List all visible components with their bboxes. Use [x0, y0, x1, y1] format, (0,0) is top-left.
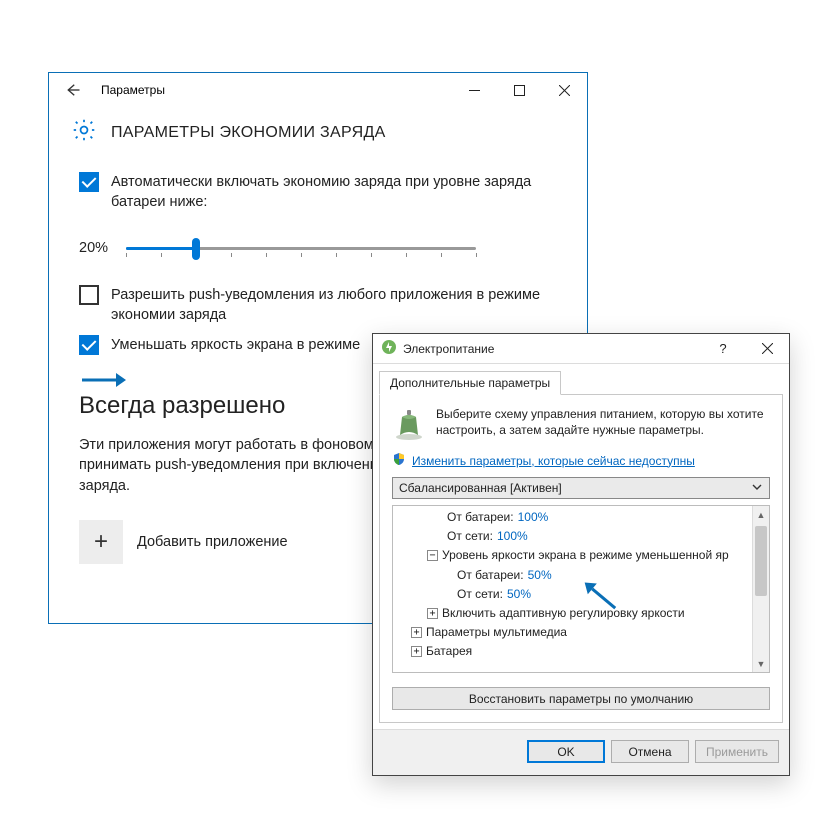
power-tabbar: Дополнительные параметры — [373, 364, 789, 394]
plus-icon: + — [79, 520, 123, 564]
maximize-button[interactable] — [497, 75, 542, 105]
power-close-button[interactable] — [745, 335, 789, 363]
page-title: ПАРАМЕТРЫ ЭКОНОМИИ ЗАРЯДА — [111, 124, 386, 142]
power-dialog: Электропитание ? Дополнительные параметр… — [372, 333, 790, 776]
threshold-slider-row: 20% — [79, 237, 557, 261]
dim-checkbox[interactable] — [79, 335, 99, 355]
scroll-down-icon[interactable]: ▼ — [753, 655, 769, 672]
expand-icon[interactable]: + — [411, 646, 422, 657]
help-button[interactable]: ? — [701, 335, 745, 363]
tree-item-value[interactable]: 100% — [497, 527, 528, 546]
close-button[interactable] — [542, 75, 587, 105]
restore-row: Восстановить параметры по умолчанию — [392, 687, 770, 710]
back-button[interactable] — [55, 73, 89, 107]
restore-defaults-button[interactable]: Восстановить параметры по умолчанию — [392, 687, 770, 710]
ok-button[interactable]: OK — [527, 740, 605, 763]
tree-item-label[interactable]: Уровень яркости экрана в режиме уменьшен… — [442, 546, 729, 565]
power-icon — [381, 339, 397, 358]
battery-plan-icon — [392, 407, 426, 444]
power-titlebar: Электропитание ? — [373, 334, 789, 364]
minimize-button[interactable] — [452, 75, 497, 105]
power-tree: От батареи:100% От сети:100% −Уровень яр… — [393, 506, 769, 664]
power-controls: ? — [701, 335, 789, 363]
settings-titlebar: Параметры — [49, 73, 587, 107]
tree-item-value[interactable]: 50% — [528, 566, 552, 585]
tree-item-label: От сети: — [447, 527, 493, 546]
tree-item-label[interactable]: Батарея — [426, 642, 472, 661]
tab-advanced[interactable]: Дополнительные параметры — [379, 371, 561, 395]
scroll-thumb[interactable] — [755, 526, 767, 596]
dialog-buttons: OK Отмена Применить — [373, 729, 789, 775]
chevron-down-icon — [749, 481, 765, 495]
tree-item-label: От сети: — [457, 585, 503, 604]
window-controls — [452, 75, 587, 105]
tree-item-value[interactable]: 100% — [518, 508, 549, 527]
push-checkbox[interactable] — [79, 285, 99, 305]
auto-enable-checkbox[interactable] — [79, 172, 99, 192]
tree-item-label: От батареи: — [457, 566, 524, 585]
threshold-value: 20% — [79, 238, 108, 258]
scroll-up-icon[interactable]: ▲ — [753, 506, 769, 523]
auto-enable-row: Автоматически включать экономию заряда п… — [79, 172, 557, 213]
cancel-button[interactable]: Отмена — [611, 740, 689, 763]
dim-label: Уменьшать яркость экрана в режиме — [111, 335, 360, 355]
window-title: Параметры — [89, 83, 165, 97]
expand-icon[interactable]: + — [427, 608, 438, 619]
power-content: Выберите схему управления питанием, кото… — [379, 394, 783, 723]
auto-enable-label: Автоматически включать экономию заряда п… — [111, 172, 557, 213]
power-plan-select[interactable]: Сбалансированная [Активен] — [392, 477, 770, 499]
gear-icon — [71, 117, 97, 148]
intro-row: Выберите схему управления питанием, кото… — [392, 407, 770, 444]
tree-item-label: От батареи: — [447, 508, 514, 527]
change-unavailable-link[interactable]: Изменить параметры, которые сейчас недос… — [412, 454, 695, 468]
power-title: Электропитание — [403, 342, 494, 356]
page-header: ПАРАМЕТРЫ ЭКОНОМИИ ЗАРЯДА — [49, 107, 587, 162]
intro-text: Выберите схему управления питанием, кото… — [436, 407, 770, 444]
push-label: Разрешить push-уведомления из любого при… — [111, 285, 557, 326]
collapse-icon[interactable]: − — [427, 550, 438, 561]
shield-icon — [392, 452, 406, 469]
add-app-button[interactable]: + Добавить приложение — [79, 520, 288, 564]
push-row: Разрешить push-уведомления из любого при… — [79, 285, 557, 326]
tree-item-value[interactable]: 50% — [507, 585, 531, 604]
tree-panel: От батареи:100% От сети:100% −Уровень яр… — [392, 505, 770, 673]
threshold-slider[interactable] — [126, 237, 476, 261]
scrollbar[interactable]: ▲ ▼ — [752, 506, 769, 672]
tree-item-label[interactable]: Параметры мультимедиа — [426, 623, 567, 642]
expand-icon[interactable]: + — [411, 627, 422, 638]
add-app-label: Добавить приложение — [137, 532, 288, 552]
annotation-arrow-icon — [82, 369, 126, 396]
uac-link-row: Изменить параметры, которые сейчас недос… — [392, 452, 770, 469]
apply-button: Применить — [695, 740, 779, 763]
tree-item-label[interactable]: Включить адаптивную регулировку яркости — [442, 604, 685, 623]
power-plan-selected: Сбалансированная [Активен] — [399, 481, 562, 495]
